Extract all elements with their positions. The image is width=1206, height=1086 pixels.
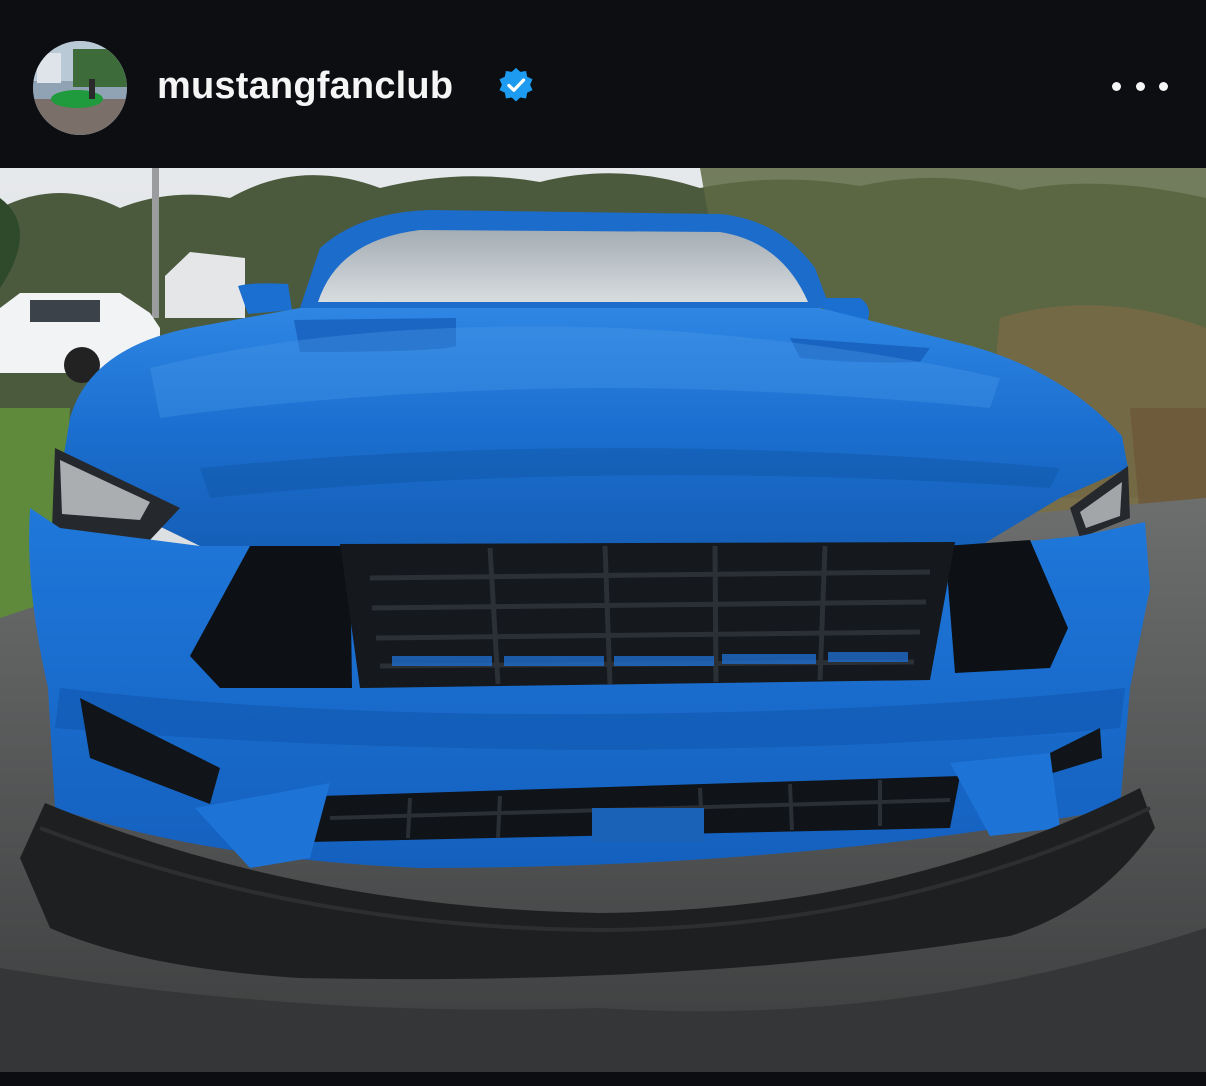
more-dot [1135, 81, 1145, 91]
post-photo[interactable] [0, 168, 1206, 1072]
avatar-image [33, 41, 127, 135]
username[interactable]: mustangfanclub [157, 62, 453, 110]
post-header: mustangfanclub [0, 0, 1206, 168]
bottom-bar [0, 1072, 1206, 1086]
more-dot [1112, 81, 1121, 91]
verified-badge-icon [499, 67, 533, 102]
more-dot [1159, 81, 1168, 91]
car-photo-illustration [0, 168, 1206, 1072]
avatar[interactable] [33, 41, 127, 135]
more-options-button[interactable] [1112, 70, 1168, 102]
